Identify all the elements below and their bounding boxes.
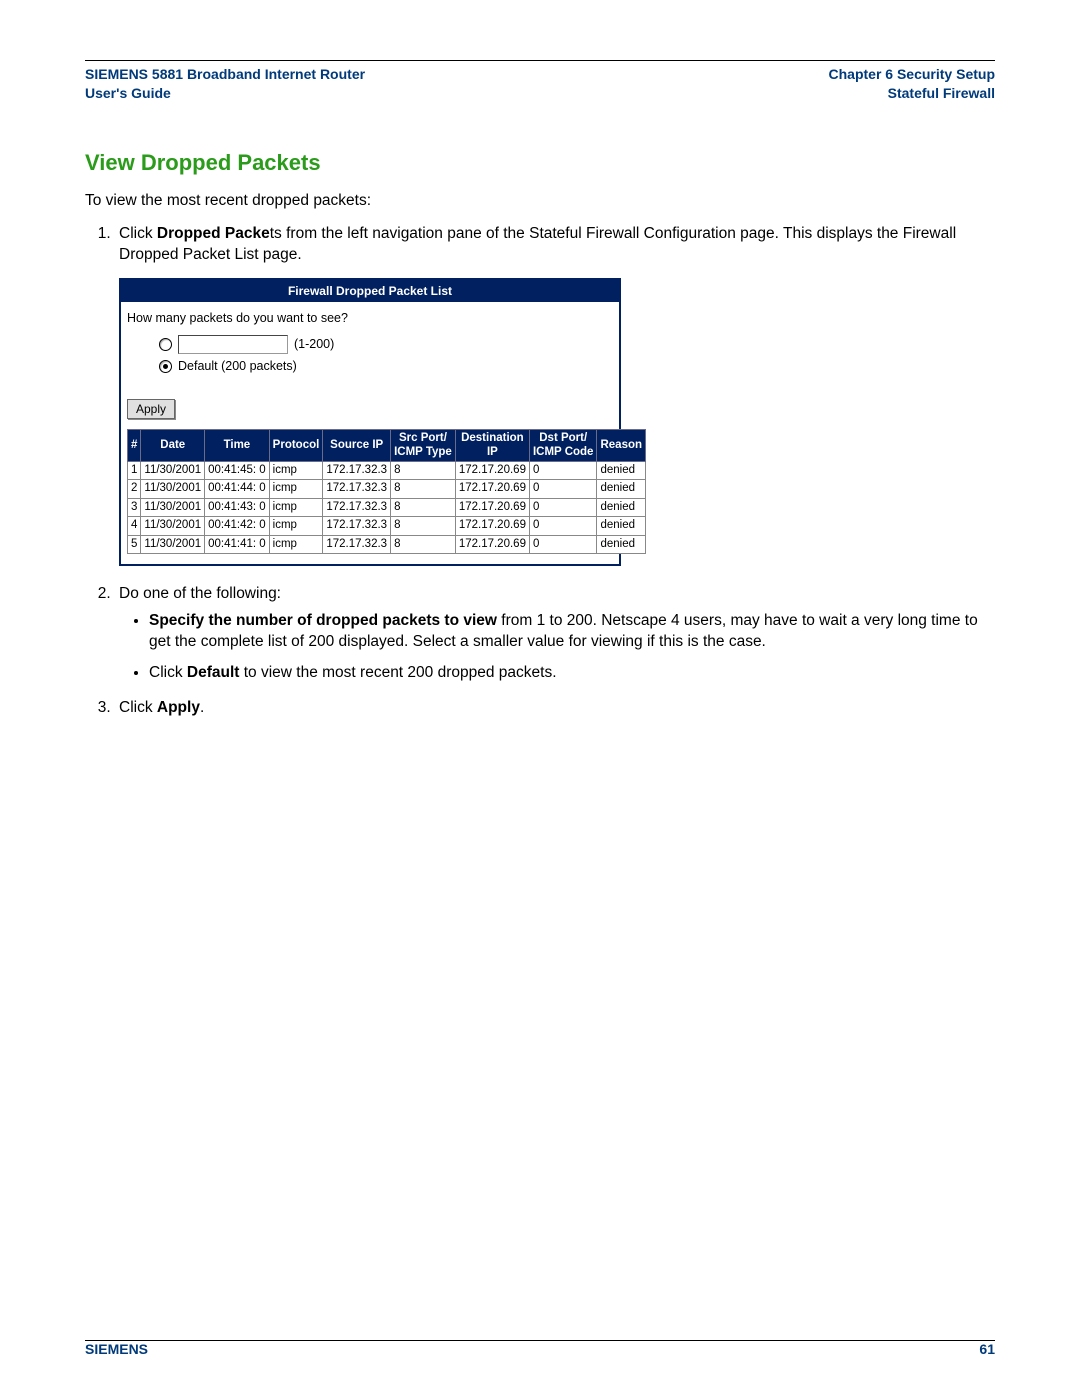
table-cell: 00:41:44: 0 [205, 480, 270, 499]
table-cell: 172.17.20.69 [455, 480, 529, 499]
th-time: Time [205, 430, 270, 461]
table-cell: 2 [128, 480, 141, 499]
range-hint: (1-200) [294, 336, 334, 353]
table-cell: denied [597, 517, 646, 536]
apply-button[interactable]: Apply [127, 399, 175, 419]
step3-a: Click [119, 699, 157, 716]
table-cell: 8 [391, 517, 456, 536]
table-cell: 1 [128, 461, 141, 480]
table-cell: 3 [128, 498, 141, 517]
step2-b2-a: Click [149, 664, 187, 681]
table-cell: 11/30/2001 [141, 498, 205, 517]
step-1: Click Dropped Packets from the left navi… [115, 224, 995, 566]
radio-custom[interactable] [159, 338, 172, 351]
radio-custom-row: (1-200) [159, 335, 613, 354]
panel-title: Firewall Dropped Packet List [121, 280, 619, 302]
table-cell: 0 [529, 517, 597, 536]
radio-default-row: Default (200 packets) [159, 358, 613, 375]
step-2: Do one of the following: Specify the num… [115, 584, 995, 684]
table-cell: denied [597, 498, 646, 517]
table-row: 411/30/200100:41:42: 0icmp172.17.32.3817… [128, 517, 646, 536]
th-dst-port: Dst Port/ ICMP Code [529, 430, 597, 461]
table-cell: icmp [269, 517, 323, 536]
footer-brand: SIEMENS [85, 1341, 148, 1357]
table-cell: 11/30/2001 [141, 480, 205, 499]
th-date: Date [141, 430, 205, 461]
table-cell: 172.17.20.69 [455, 498, 529, 517]
table-cell: 11/30/2001 [141, 461, 205, 480]
table-cell: 172.17.32.3 [323, 461, 391, 480]
table-header-row: # Date Time Protocol Source IP Src Port/… [128, 430, 646, 461]
table-cell: 0 [529, 480, 597, 499]
header-guide: User's Guide [85, 84, 365, 103]
table-cell: denied [597, 480, 646, 499]
rule-top [85, 60, 995, 61]
step2-b2-b: to view the most recent 200 dropped pack… [239, 664, 556, 681]
step2-b2-bold: Default [187, 664, 240, 681]
table-cell: denied [597, 461, 646, 480]
table-cell: 4 [128, 517, 141, 536]
th-src-port: Src Port/ ICMP Type [391, 430, 456, 461]
table-cell: 00:41:43: 0 [205, 498, 270, 517]
table-row: 111/30/200100:41:45: 0icmp172.17.32.3817… [128, 461, 646, 480]
table-cell: 172.17.20.69 [455, 517, 529, 536]
table-cell: denied [597, 535, 646, 554]
panel-prompt: How many packets do you want to see? [127, 310, 613, 327]
table-row: 311/30/200100:41:43: 0icmp172.17.32.3817… [128, 498, 646, 517]
table-cell: 8 [391, 498, 456, 517]
table-cell: icmp [269, 461, 323, 480]
header-section: Stateful Firewall [829, 84, 996, 103]
step2-intro: Do one of the following: [119, 585, 281, 602]
step2-b1-bold: Specify the number of dropped packets to… [149, 612, 497, 629]
step3-bold: Apply [157, 699, 200, 716]
step2-bullet-1: Specify the number of dropped packets to… [149, 611, 995, 653]
th-reason: Reason [597, 430, 646, 461]
running-header: SIEMENS 5881 Broadband Internet Router U… [85, 65, 995, 103]
step-3: Click Apply. [115, 698, 995, 719]
table-cell: 00:41:41: 0 [205, 535, 270, 554]
th-protocol: Protocol [269, 430, 323, 461]
table-cell: 8 [391, 535, 456, 554]
radio-default-label: Default (200 packets) [178, 358, 297, 375]
table-cell: 11/30/2001 [141, 517, 205, 536]
step2-bullet-2: Click Default to view the most recent 20… [149, 663, 995, 684]
table-row: 211/30/200100:41:44: 0icmp172.17.32.3817… [128, 480, 646, 499]
footer-page-number: 61 [979, 1341, 995, 1357]
intro-text: To view the most recent dropped packets: [85, 191, 995, 212]
table-cell: 0 [529, 498, 597, 517]
table-cell: 00:41:45: 0 [205, 461, 270, 480]
table-cell: 172.17.32.3 [323, 517, 391, 536]
section-heading: View Dropped Packets [85, 148, 995, 178]
table-cell: icmp [269, 480, 323, 499]
table-cell: icmp [269, 535, 323, 554]
table-cell: icmp [269, 498, 323, 517]
radio-default[interactable] [159, 360, 172, 373]
table-cell: 00:41:42: 0 [205, 517, 270, 536]
header-product: SIEMENS 5881 Broadband Internet Router [85, 65, 365, 84]
step1-text-a: Click [119, 225, 157, 242]
table-cell: 0 [529, 461, 597, 480]
table-cell: 0 [529, 535, 597, 554]
step1-bold: Dropped Packe [157, 225, 270, 242]
packet-count-input[interactable] [178, 335, 288, 354]
table-cell: 172.17.20.69 [455, 461, 529, 480]
table-cell: 172.17.32.3 [323, 498, 391, 517]
table-cell: 8 [391, 461, 456, 480]
table-cell: 11/30/2001 [141, 535, 205, 554]
table-cell: 172.17.32.3 [323, 480, 391, 499]
step3-b: . [200, 699, 204, 716]
header-chapter: Chapter 6 Security Setup [829, 65, 996, 84]
table-cell: 172.17.32.3 [323, 535, 391, 554]
packet-table: # Date Time Protocol Source IP Src Port/… [127, 429, 646, 554]
page-footer: SIEMENS 61 [85, 1336, 995, 1357]
th-num: # [128, 430, 141, 461]
th-source-ip: Source IP [323, 430, 391, 461]
table-cell: 172.17.20.69 [455, 535, 529, 554]
table-cell: 5 [128, 535, 141, 554]
dropped-packets-panel: Firewall Dropped Packet List How many pa… [119, 278, 621, 566]
table-cell: 8 [391, 480, 456, 499]
table-row: 511/30/200100:41:41: 0icmp172.17.32.3817… [128, 535, 646, 554]
th-dest-ip: Destination IP [455, 430, 529, 461]
